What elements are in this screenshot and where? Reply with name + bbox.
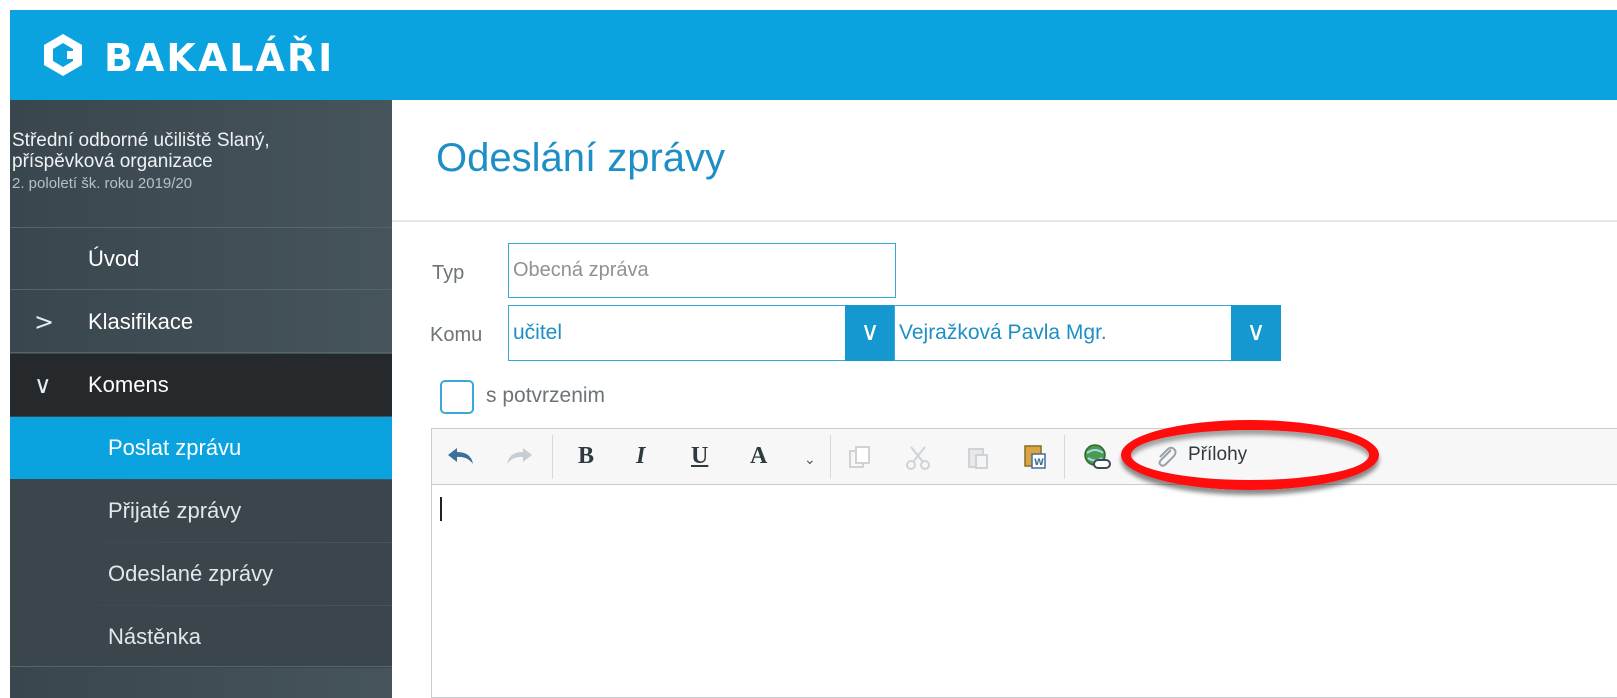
paste-icon[interactable] (966, 445, 990, 471)
link-icon[interactable] (1082, 443, 1112, 471)
recipient-name-select[interactable]: Vejražková Pavla Mgr. ∨ (894, 305, 1281, 361)
font-color-button[interactable]: A (750, 443, 767, 469)
school-name-line2: příspěvková organizace (12, 151, 213, 172)
confirm-checkbox[interactable] (440, 380, 474, 414)
chevron-down-icon[interactable]: ⌄ (804, 447, 816, 473)
school-name-line1: Střední odborné učiliště Slaný, (12, 130, 270, 151)
sidebar-item-prijate-zpravy[interactable]: Přijaté zprávy (10, 480, 392, 542)
attachments-highlight-ellipse (1121, 420, 1379, 490)
sidebar-item-poslat-zpravu[interactable]: Poslat zprávu (10, 417, 392, 479)
sidebar-item-label: Úvod (88, 245, 140, 271)
chevron-down-icon[interactable]: ∨ (845, 305, 895, 361)
sidebar-item-label: Odeslané zprávy (108, 561, 274, 586)
sidebar-item-label: Poslat zprávu (108, 435, 242, 460)
svg-text:W: W (1034, 458, 1044, 468)
editor-toolbar: B I U A ⌄ W Přílohy (432, 429, 1617, 485)
paste-from-word-icon[interactable]: W (1022, 443, 1048, 471)
confirm-checkbox-label: s potvrzenim (486, 384, 606, 407)
brand-name: BAKALÁŘI (104, 35, 335, 80)
message-type-field[interactable]: Obecná zpráva (508, 243, 896, 298)
main-content: Odeslání zprávy Typ Obecná zpráva Komu u… (392, 100, 1617, 698)
title-divider (392, 220, 1617, 222)
undo-icon[interactable] (446, 445, 476, 467)
bold-button[interactable]: B (578, 443, 594, 469)
recipient-group-value: učitel (513, 321, 563, 344)
italic-button[interactable]: I (636, 443, 645, 469)
typ-label: Typ (432, 262, 465, 284)
sidebar-item-label: Klasifikace (88, 308, 194, 334)
sidebar-item-odeslane-zpravy[interactable]: Odeslané zprávy (10, 543, 392, 605)
school-term: 2. pololetí šk. roku 2019/20 (12, 175, 193, 192)
chevron-right-icon: > (34, 307, 55, 336)
redo-icon[interactable] (504, 445, 534, 467)
chevron-down-icon: ∨ (34, 371, 52, 399)
page-title: Odeslání zprávy (436, 136, 726, 180)
copy-icon[interactable] (848, 445, 872, 471)
komu-label: Komu (430, 324, 483, 346)
sidebar-item-klasifikace[interactable]: > Klasifikace (10, 291, 392, 353)
brand-logo[interactable]: BAKALÁŘI (40, 32, 334, 83)
recipient-name-value: Vejražková Pavla Mgr. (899, 321, 1107, 344)
sidebar-item-label: Přijaté zprávy (108, 498, 242, 523)
text-caret (440, 497, 442, 521)
recipient-group-select[interactable]: učitel ∨ (508, 305, 895, 361)
top-bar: BAKALÁŘI (10, 10, 1617, 100)
sidebar-item-uvod[interactable]: Úvod (10, 228, 392, 290)
app-frame: BAKALÁŘI Střední odborné učiliště Slaný,… (0, 0, 1617, 698)
sidebar-item-komens[interactable]: ∨ Komens (10, 354, 392, 416)
chevron-down-icon[interactable]: ∨ (1231, 305, 1281, 361)
message-editor[interactable]: B I U A ⌄ W Přílohy (431, 428, 1617, 698)
sidebar-item-next[interactable] (10, 666, 392, 698)
sidebar: Střední odborné učiliště Slaný, příspěvk… (10, 100, 392, 698)
sidebar-item-label: Nástěnka (108, 624, 201, 649)
sidebar-item-label: Komens (88, 372, 169, 397)
sidebar-item-nastenka[interactable]: Nástěnka (10, 606, 392, 668)
school-info: Střední odborné učiliště Slaný, příspěvk… (10, 100, 392, 228)
cut-icon[interactable] (904, 445, 932, 471)
bakalari-logo-icon (40, 32, 86, 83)
underline-button[interactable]: U (691, 443, 708, 469)
